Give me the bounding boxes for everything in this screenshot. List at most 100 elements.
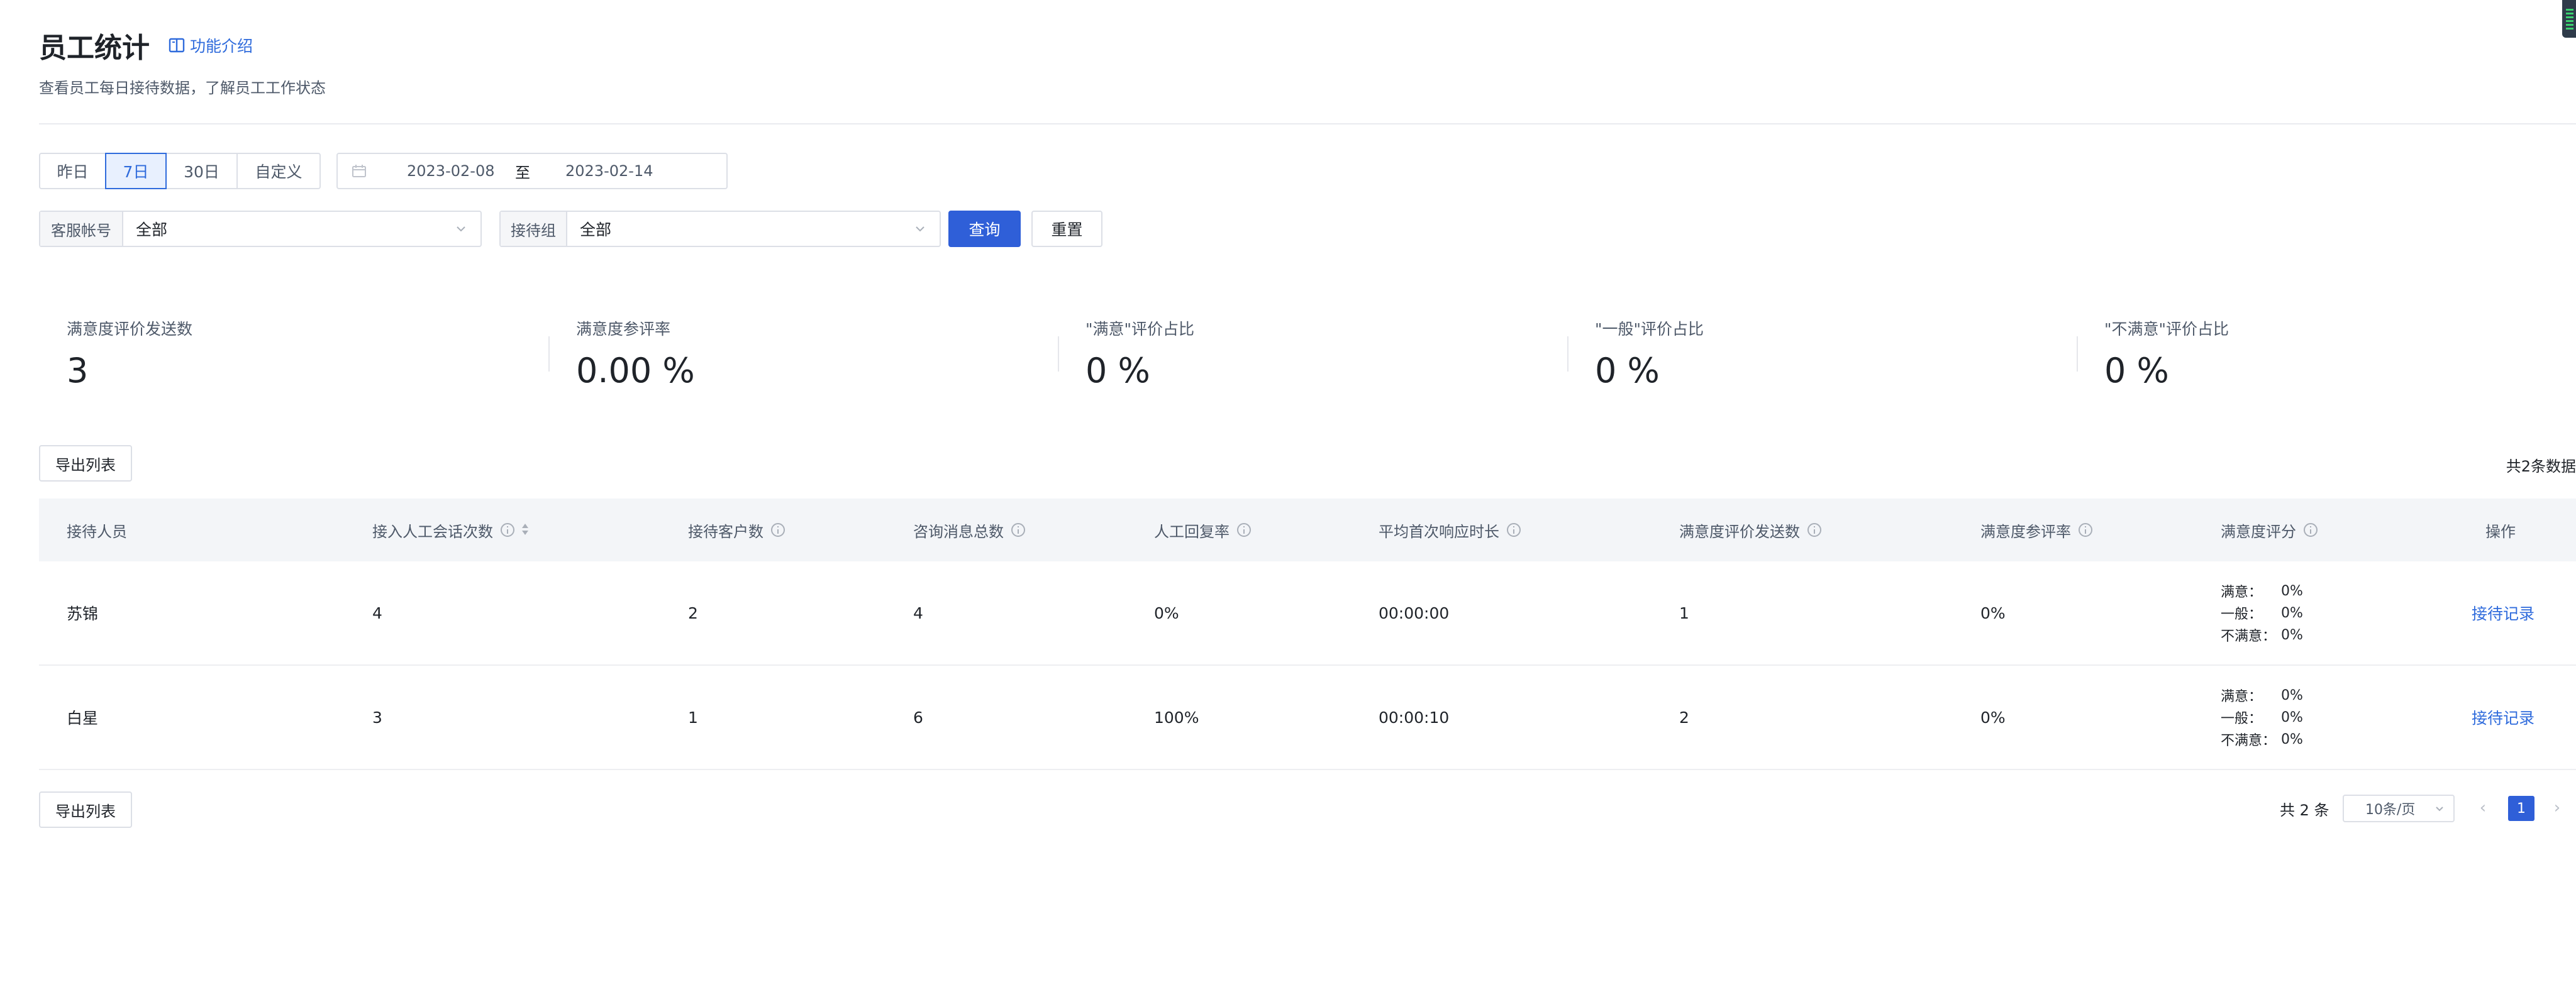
page-1-button[interactable]: 1 — [2508, 796, 2534, 821]
column-header-sessions[interactable]: 接入人工会话次数 — [372, 499, 530, 561]
stat-satisfied-ratio: "满意"评价占比 0 % — [1058, 302, 1567, 402]
group-select-value[interactable]: 全部 — [567, 212, 940, 246]
chevron-down-icon — [457, 226, 465, 232]
column-header-text: 接待人员 — [67, 522, 127, 541]
cell-survey-sent: 1 — [1679, 603, 1689, 622]
reception-record-link[interactable]: 接待记录 — [2472, 666, 2534, 769]
column-header-reply-rate: 人工回复率 — [1154, 499, 1251, 561]
stat-value: 0 % — [1085, 351, 1150, 390]
range-custom-button[interactable]: 自定义 — [236, 153, 321, 189]
title-row: 员工统计 功能介绍 — [39, 25, 253, 65]
info-icon[interactable] — [2304, 523, 2318, 537]
stats-summary: 满意度评价发送数 3 满意度参评率 0.00 % "满意"评价占比 0 % "一… — [39, 302, 2576, 402]
column-header-staff: 接待人员 — [67, 499, 127, 561]
cell-staff: 苏锦 — [67, 605, 99, 623]
info-icon[interactable] — [771, 523, 785, 537]
account-selected-text: 全部 — [136, 221, 168, 239]
date-end-input[interactable]: 2023-02-14 — [565, 162, 653, 180]
export-list-button-bottom[interactable]: 导出列表 — [39, 791, 132, 828]
info-icon[interactable] — [501, 523, 514, 537]
rating-line: 满意： 0% — [2221, 580, 2303, 602]
rating-value: 0% — [2281, 605, 2303, 621]
rating-line: 一般： 0% — [2221, 707, 2303, 729]
extension-widget-icon[interactable] — [2562, 0, 2576, 38]
export-list-button-top[interactable]: 导出列表 — [39, 445, 132, 482]
signal-bars-icon — [2566, 9, 2573, 30]
cell-first-response: 00:00:10 — [1379, 708, 1450, 727]
rating-line: 不满意： 0% — [2221, 624, 2303, 646]
rating-value: 0% — [2281, 709, 2303, 725]
column-header-customers: 接待客户数 — [688, 499, 785, 561]
stat-label: "满意"评价占比 — [1085, 320, 1194, 338]
stat-label: 满意度评价发送数 — [67, 320, 193, 338]
stat-unsatisfied-ratio: "不满意"评价占比 0 % — [2077, 302, 2576, 402]
stat-label: "不满意"评价占比 — [2104, 320, 2229, 338]
cell-customers: 1 — [688, 708, 698, 727]
stat-divider — [548, 336, 550, 372]
cell-participation: 0% — [1980, 603, 2006, 622]
rating-value: 0% — [2281, 583, 2303, 599]
info-icon[interactable] — [1011, 523, 1025, 537]
cell-staff: 白星 — [67, 709, 99, 727]
reset-button[interactable]: 重置 — [1031, 211, 1102, 247]
stat-label: "一般"评价占比 — [1595, 320, 1704, 338]
chevron-down-icon — [2436, 807, 2443, 812]
date-start-input[interactable]: 2023-02-08 — [407, 162, 494, 180]
rating-key: 不满意： — [2221, 629, 2277, 644]
column-header-participation: 满意度参评率 — [1980, 499, 2092, 561]
info-icon[interactable] — [2079, 523, 2092, 537]
feature-intro-label: 功能介绍 — [190, 37, 253, 55]
rating-value: 0% — [2281, 687, 2303, 703]
column-header-text: 满意度评价发送数 — [1679, 522, 1800, 541]
range-7-days-button[interactable]: 7日 — [105, 153, 167, 189]
page-size-select[interactable]: 10条/页 — [2343, 795, 2455, 822]
column-header-text: 咨询消息总数 — [913, 522, 1004, 541]
range-30-days-button[interactable]: 30日 — [165, 153, 238, 189]
chevron-left-icon[interactable]: ‹ — [2477, 798, 2489, 817]
column-header-messages: 咨询消息总数 — [913, 499, 1025, 561]
range-yesterday-button[interactable]: 昨日 — [39, 153, 106, 189]
stat-average-ratio: "一般"评价占比 0 % — [1567, 302, 2077, 402]
total-records-text: 共2条数据 — [2506, 458, 2576, 475]
column-header-text: 人工回复率 — [1154, 522, 1230, 541]
account-select-value[interactable]: 全部 — [123, 212, 480, 246]
stat-value: 0 % — [2104, 351, 2169, 390]
column-header-text: 接待客户数 — [688, 522, 763, 541]
group-select-label: 接待组 — [501, 212, 567, 246]
query-button[interactable]: 查询 — [948, 211, 1021, 247]
rating-key: 一般： — [2221, 607, 2263, 622]
chevron-right-icon[interactable]: › — [2551, 798, 2563, 817]
account-select[interactable]: 客服帐号 全部 — [39, 211, 482, 247]
page-size-value: 10条/页 — [2365, 802, 2416, 818]
info-icon[interactable] — [1807, 523, 1821, 537]
header-divider — [39, 123, 2576, 124]
sort-icon[interactable] — [521, 522, 530, 537]
column-header-survey-sent: 满意度评价发送数 — [1679, 499, 1821, 561]
chevron-down-icon — [916, 226, 924, 232]
group-selected-text: 全部 — [580, 221, 612, 239]
date-range-picker[interactable]: 2023-02-08 至 2023-02-14 — [336, 153, 728, 189]
rating-key: 一般： — [2221, 711, 2263, 727]
stat-participation-rate: 满意度参评率 0.00 % — [548, 302, 1058, 402]
cell-reply-rate: 100% — [1154, 708, 1199, 727]
pagination-total: 共 2 条 — [2280, 802, 2329, 819]
column-header-first-response: 平均首次响应时长 — [1379, 499, 1521, 561]
reception-record-link[interactable]: 接待记录 — [2472, 561, 2534, 664]
column-header-text: 平均首次响应时长 — [1379, 522, 1499, 541]
column-header-action: 操作 — [2485, 499, 2516, 561]
date-separator: 至 — [515, 163, 530, 182]
rating-value: 0% — [2281, 731, 2303, 747]
info-icon[interactable] — [1507, 523, 1521, 537]
cell-messages: 6 — [913, 708, 923, 727]
column-header-satisfaction: 满意度评分 — [2221, 499, 2318, 561]
cell-satisfaction: 满意： 0% 一般： 0% 不满意： 0% — [2221, 666, 2303, 769]
rating-line: 一般： 0% — [2221, 602, 2303, 624]
info-icon[interactable] — [1237, 523, 1251, 537]
stat-label: 满意度参评率 — [576, 320, 671, 338]
feature-intro-link[interactable]: 功能介绍 — [169, 34, 253, 57]
cell-first-response: 00:00:00 — [1379, 603, 1450, 622]
column-header-text: 满意度评分 — [2221, 522, 2296, 541]
reception-group-select[interactable]: 接待组 全部 — [499, 211, 941, 247]
stat-value: 0.00 % — [576, 351, 695, 390]
rating-line: 满意： 0% — [2221, 685, 2303, 707]
